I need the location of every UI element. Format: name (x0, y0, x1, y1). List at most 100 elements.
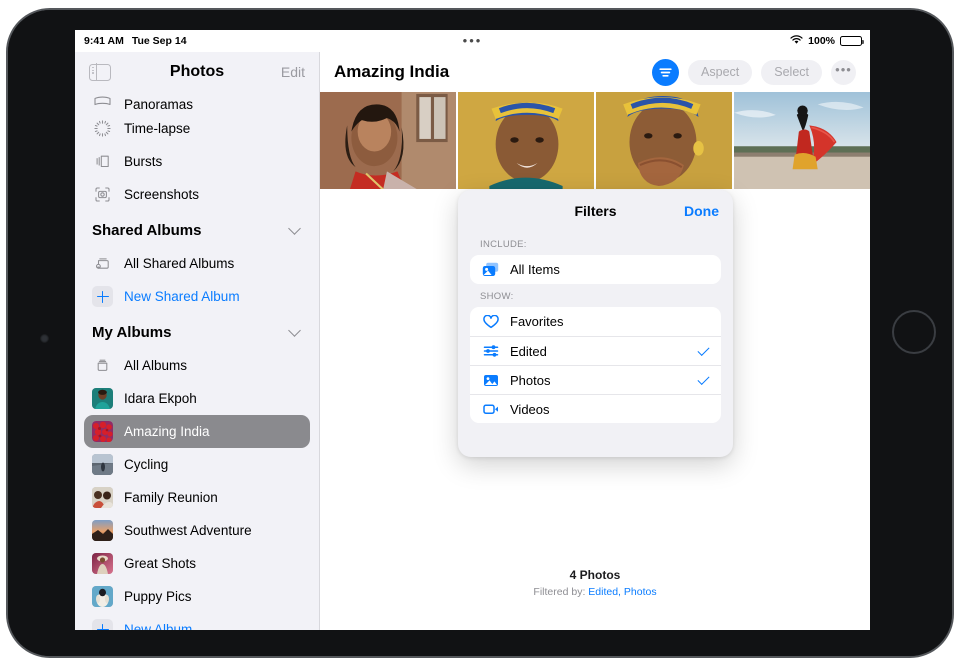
sidebar-item-label: Panoramas (124, 97, 194, 112)
album-thumbnail (92, 388, 113, 409)
main-toolbar: Amazing India Aspect Select ••• (320, 52, 870, 92)
sidebar-group-label: Shared Albums (92, 222, 202, 239)
sidebar-item-bursts[interactable]: Bursts (84, 145, 310, 178)
filtered-by-prefix: Filtered by: (533, 586, 589, 598)
sidebar-item-label: Great Shots (124, 556, 197, 571)
photo-grid (320, 92, 870, 189)
sidebar-group-my-albums[interactable]: My Albums (84, 316, 310, 349)
sidebar-group-shared-albums[interactable]: Shared Albums (84, 214, 310, 247)
filter-row-edited[interactable]: Edited (470, 336, 721, 365)
sidebar-album-southwest-adventure[interactable]: Southwest Adventure (84, 514, 310, 547)
filter-lines-icon[interactable] (652, 58, 680, 86)
sidebar-new-shared-album-button[interactable]: New Shared Album (84, 280, 310, 313)
sidebar-item-time-lapse[interactable]: Time-lapse (84, 112, 310, 145)
page-title: Amazing India (334, 62, 450, 81)
sidebar-item-screenshots[interactable]: Screenshots (84, 178, 310, 211)
album-thumbnail (92, 454, 113, 475)
sidebar-item-label: Cycling (124, 457, 169, 472)
sidebar-item-label: Bursts (124, 154, 163, 169)
sidebar-album-great-shots[interactable]: Great Shots (84, 547, 310, 580)
photo-thumbnail[interactable] (458, 92, 594, 189)
sidebar-item-label: Amazing India (124, 424, 210, 439)
sidebar-new-album-button[interactable]: New Album (84, 613, 310, 630)
sliders-icon (482, 343, 499, 360)
sidebar-item-label: All Albums (124, 358, 188, 373)
battery-icon (840, 36, 864, 46)
photo-thumbnail[interactable] (596, 92, 732, 189)
albums-stack-icon (92, 355, 113, 376)
sidebar-album-family-reunion[interactable]: Family Reunion (84, 481, 310, 514)
photo-thumbnail[interactable] (320, 92, 456, 189)
select-button[interactable]: Select (761, 59, 822, 85)
show-section-label: SHOW: (480, 291, 514, 302)
sidebar-header: Photos Edit (75, 52, 319, 92)
checkmark-icon (697, 372, 710, 385)
sidebar-album-puppy-pics[interactable]: Puppy Pics (84, 580, 310, 613)
filter-row-label: All Items (510, 262, 560, 277)
shared-album-icon (92, 253, 113, 274)
sidebar-item-label: Family Reunion (124, 490, 218, 505)
heart-icon (482, 313, 499, 330)
panorama-icon (92, 92, 113, 112)
filters-header: Filters Done (458, 190, 733, 232)
aspect-button[interactable]: Aspect (688, 59, 753, 85)
grid-footer: 4 Photos Filtered by: Edited, Photos (320, 568, 870, 598)
album-thumbnail (92, 487, 113, 508)
sidebar-toggle-icon[interactable] (89, 62, 111, 82)
album-thumbnail (92, 421, 113, 442)
photo-count: 4 Photos (569, 568, 621, 582)
checkmark-icon (697, 343, 710, 356)
filter-row-label: Photos (510, 372, 551, 388)
filter-row-label: Favorites (510, 314, 564, 329)
chevron-down-icon[interactable] (288, 324, 301, 337)
sidebar-item-label: Southwest Adventure (124, 523, 252, 538)
sidebar-album-amazing-india[interactable]: Amazing India (84, 415, 310, 448)
status-bar-right: 100% (790, 34, 864, 48)
filter-row-all-items[interactable]: All Items (470, 255, 721, 284)
video-icon (482, 401, 499, 418)
screenshots-icon (92, 184, 113, 205)
photo-icon (482, 372, 499, 389)
front-camera-icon (40, 334, 49, 343)
home-button[interactable] (892, 310, 936, 354)
sidebar-item-label: Idara Ekpoh (124, 391, 197, 406)
sidebar-scroll-area[interactable]: Panoramas Time-lapse Bursts Screenshots … (75, 92, 319, 630)
split-view: Photos Edit Panoramas Time-lapse Bursts … (75, 52, 870, 630)
chevron-down-icon[interactable] (288, 222, 301, 235)
filter-row-photos[interactable]: Photos (470, 365, 721, 394)
status-bar: 9:41 AM Tue Sep 14 ••• 100% (75, 30, 870, 52)
sidebar-item-all-shared-albums[interactable]: All Shared Albums (84, 247, 310, 280)
filters-done-button[interactable]: Done (684, 203, 719, 219)
all-items-icon (482, 261, 499, 278)
filtered-by-values[interactable]: Edited, Photos (588, 586, 656, 598)
album-thumbnail (92, 586, 113, 607)
show-filter-card: Favorites Edited Photos Videos (470, 307, 721, 423)
multitasking-dots[interactable]: ••• (75, 34, 870, 47)
sidebar-album-cycling[interactable]: Cycling (84, 448, 310, 481)
sidebar-item-label: Screenshots (124, 187, 200, 202)
ellipsis-icon[interactable]: ••• (831, 59, 856, 85)
sidebar: Photos Edit Panoramas Time-lapse Bursts … (75, 52, 320, 630)
sidebar-item-all-albums[interactable]: All Albums (84, 349, 310, 382)
bursts-icon (92, 151, 113, 172)
album-thumbnail (92, 520, 113, 541)
filter-row-label: Edited (510, 343, 547, 359)
filter-row-label: Videos (510, 401, 550, 417)
sidebar-edit-button[interactable]: Edit (281, 64, 305, 80)
filters-popover: Filters Done INCLUDE: All Items SHOW: Fa… (458, 190, 733, 457)
filter-row-favorites[interactable]: Favorites (470, 307, 721, 336)
plus-icon (92, 619, 113, 630)
photo-thumbnail[interactable] (734, 92, 870, 189)
wifi-icon (790, 34, 803, 48)
sidebar-item-label: New Album (124, 622, 193, 630)
sidebar-item-label: Time-lapse (124, 121, 191, 136)
include-filter-card: All Items (470, 255, 721, 284)
filter-row-videos[interactable]: Videos (470, 394, 721, 423)
sidebar-item-panoramas[interactable]: Panoramas (84, 92, 310, 112)
sidebar-item-label: All Shared Albums (124, 256, 235, 271)
sidebar-album-idara-ekpoh[interactable]: Idara Ekpoh (84, 382, 310, 415)
sidebar-item-label: New Shared Album (124, 289, 240, 304)
filtered-by-label: Filtered by: Edited, Photos (320, 586, 870, 598)
include-section-label: INCLUDE: (480, 239, 527, 250)
main-content: Amazing India Aspect Select ••• 4 Photos… (320, 52, 870, 630)
